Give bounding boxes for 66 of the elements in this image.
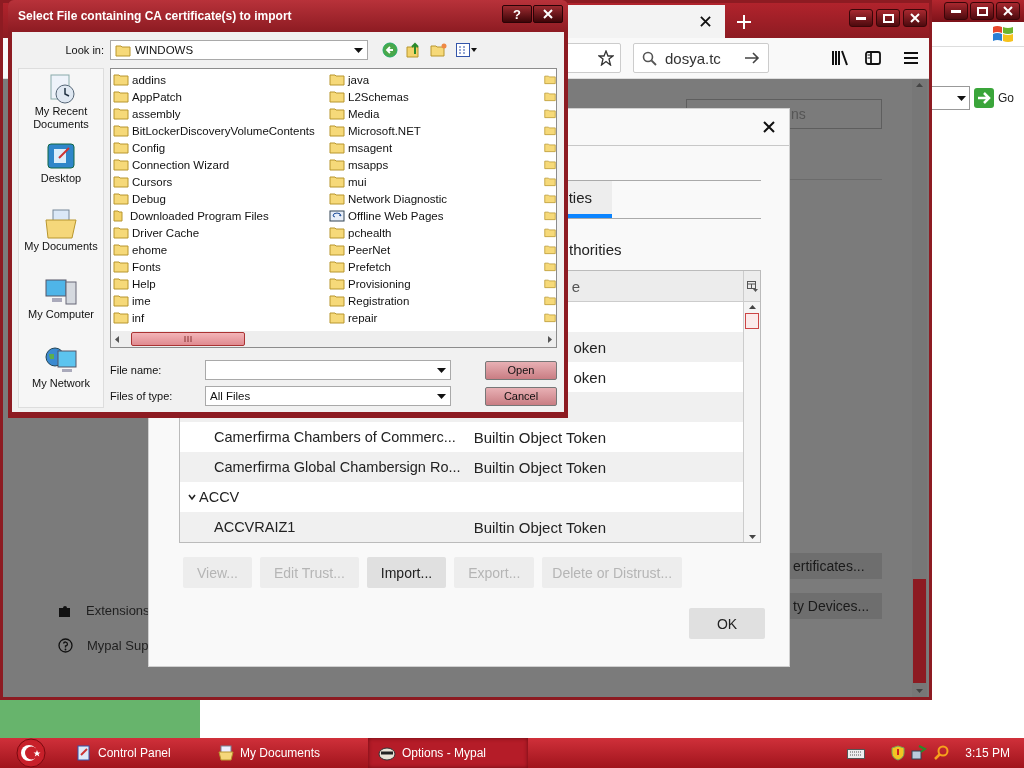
cell-text: ACCVRAIZ1 (214, 519, 296, 535)
file-item[interactable]: Cursors (132, 175, 173, 188)
file-item[interactable]: repair (348, 311, 378, 324)
file-item[interactable]: Prefetch (348, 260, 391, 273)
tree-row[interactable]: Camerfirma Global Chambersign Ro... Builtin Object Token (180, 452, 743, 482)
search-field[interactable]: dosya.tc (633, 43, 769, 73)
file-item[interactable]: msagent (348, 141, 393, 154)
file-item[interactable]: Config (132, 141, 166, 154)
file-item[interactable]: L2Schemas (348, 90, 409, 103)
dialog-title: Select File containing CA certificate(s) to import (18, 9, 292, 23)
field-label: Look in: (64, 44, 104, 56)
file-item[interactable]: msapps (348, 158, 389, 171)
file-item[interactable]: Microsoft.NET (348, 124, 421, 137)
sidebar-item[interactable]: Mypal Sup (87, 638, 149, 653)
cell-text: oken (573, 338, 606, 356)
file-item[interactable]: Downloaded Program Files (130, 209, 269, 222)
taskbar-button[interactable]: My Documents (208, 738, 368, 768)
cell-text: Builtin Object Token (473, 458, 606, 476)
file-item[interactable]: PeerNet (348, 243, 391, 256)
file-item[interactable]: assembly (132, 107, 181, 120)
file-item[interactable]: Registration (348, 294, 410, 307)
clock: 3:15 PM (965, 746, 1010, 760)
file-item[interactable]: Driver Cache (132, 226, 200, 239)
cell-text: oken (573, 368, 606, 386)
ok-button[interactable]: OK (689, 608, 765, 639)
file-type-dropdown[interactable]: All Files (205, 386, 451, 406)
place-label[interactable]: Desktop (40, 171, 82, 185)
file-item[interactable]: AppPatch (132, 90, 182, 103)
taskbar-button[interactable]: Control Panel (48, 738, 208, 768)
taskbar-button[interactable]: Options - Mypal (368, 738, 528, 768)
place-label[interactable]: My Recent Documents (19, 105, 103, 131)
file-item[interactable]: java (348, 73, 370, 86)
file-item[interactable]: ehome (132, 243, 168, 256)
place-label[interactable]: My Network (31, 376, 91, 390)
file-item[interactable]: Fonts (132, 260, 161, 273)
cancel-button[interactable]: Cancel (485, 386, 557, 406)
file-item[interactable]: Offline Web Pages (348, 209, 444, 222)
file-item[interactable]: BitLockerDiscoveryVolumeContents (132, 124, 315, 137)
file-item[interactable]: Media (348, 107, 380, 120)
open-button[interactable]: Open (485, 360, 557, 380)
file-item[interactable]: mui (348, 175, 367, 188)
tree-row[interactable]: ACCVRAIZ1 Builtin Object Token (180, 512, 743, 542)
field-label: File name: (110, 364, 163, 376)
cell-text: Camerfirma Global Chambersign Ro... (214, 459, 461, 475)
file-item[interactable]: Debug (132, 192, 166, 205)
file-item[interactable]: Provisioning (348, 277, 411, 290)
cell-text: Builtin Object Token (473, 428, 606, 446)
file-item[interactable]: addins (132, 73, 166, 86)
file-item[interactable]: Connection Wizard (132, 158, 230, 171)
file-item[interactable]: Help (132, 277, 156, 290)
sidebar-item[interactable]: Extensions (86, 603, 150, 618)
file-item[interactable]: pchealth (348, 226, 392, 239)
field-label: Files of type: (110, 390, 174, 402)
file-item[interactable]: ime (132, 294, 151, 307)
file-item[interactable]: inf (132, 311, 145, 324)
section-heading: thorities (569, 241, 622, 258)
cell-text: ACCV (199, 489, 240, 505)
column-header[interactable]: e (571, 277, 580, 295)
cell-text: Camerfirma Chambers of Commerc... (214, 429, 456, 445)
help-button[interactable]: ? (502, 5, 532, 23)
place-label[interactable]: My Computer (28, 308, 94, 322)
look-in-dropdown[interactable]: WINDOWS (110, 40, 368, 60)
place-label[interactable]: My Documents (24, 239, 98, 253)
cell-text: Builtin Object Token (473, 518, 606, 536)
file-item[interactable]: Network Diagnostic (348, 192, 448, 205)
dialog-button[interactable]: Import... (366, 557, 447, 588)
